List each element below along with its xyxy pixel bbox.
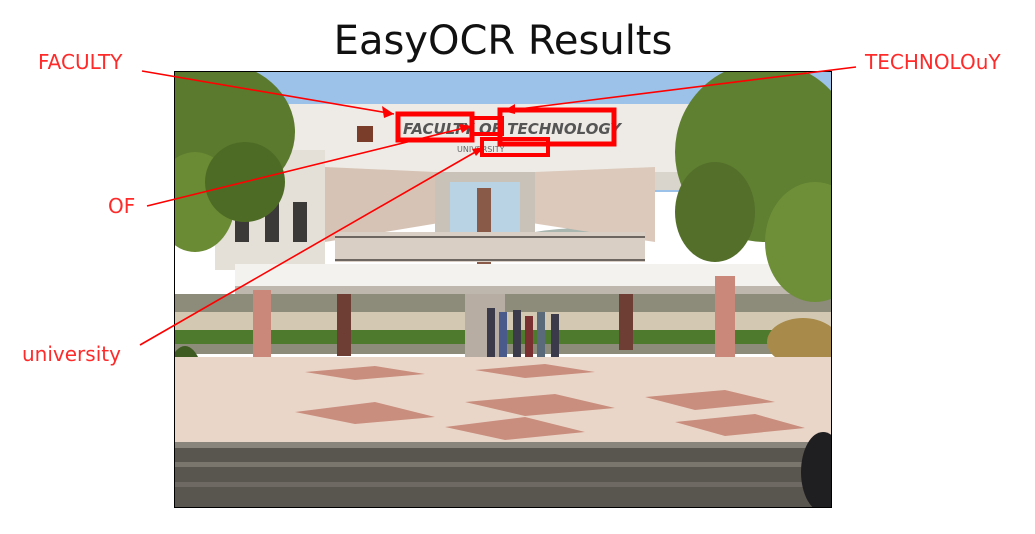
pillar xyxy=(715,276,735,366)
campus-photo: FACULTY OF TECHNOLOGY UNIVERSITY xyxy=(174,71,832,508)
detection-label-technology: TECHNOLOuY xyxy=(865,50,1001,74)
sign-text: FACULTY OF TECHNOLOGY xyxy=(403,120,623,138)
steps xyxy=(175,442,831,507)
detection-label-of: OF xyxy=(108,194,136,218)
detection-label-faculty: FACULTY xyxy=(38,50,123,74)
pillar xyxy=(619,294,633,350)
figure-title: EasyOCR Results xyxy=(333,18,673,64)
sign-subtext: UNIVERSITY xyxy=(457,145,505,154)
detection-label-university: university xyxy=(22,342,121,366)
pillar xyxy=(337,294,351,356)
